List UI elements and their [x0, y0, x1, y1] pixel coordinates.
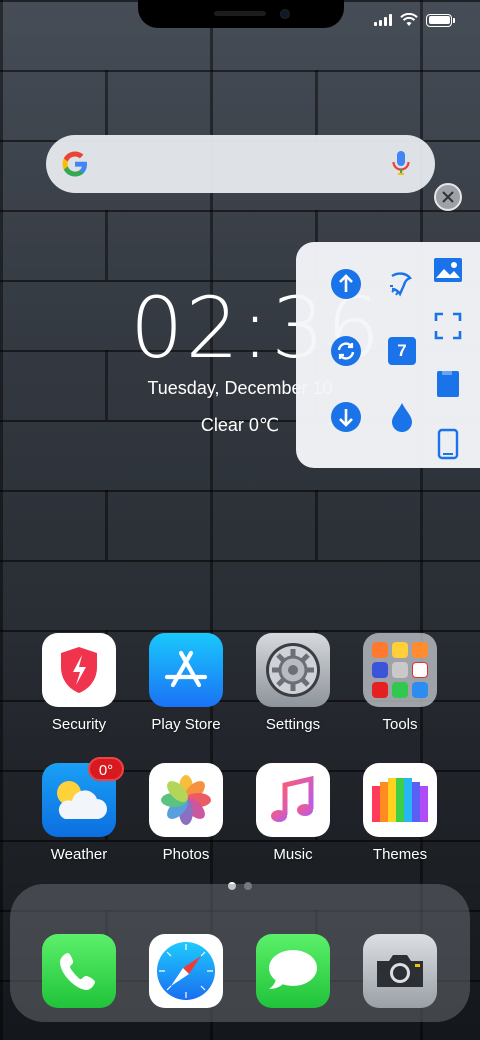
phone-frame-icon[interactable] [430, 426, 466, 462]
camera-icon[interactable] [363, 934, 437, 1008]
mic-icon[interactable] [391, 150, 411, 178]
arrow-down-icon[interactable] [328, 399, 364, 435]
app-themes[interactable]: Themes [346, 763, 454, 863]
rotate-icon[interactable] [328, 333, 364, 369]
photos-icon [149, 763, 223, 837]
quick-tools-panel: 7 [296, 242, 480, 468]
music-icon [256, 763, 330, 837]
security-shield-icon [42, 633, 116, 707]
weather-badge: 0° [88, 757, 124, 781]
app-weather[interactable]: 0° Weather [25, 757, 133, 863]
app-security[interactable]: Security [25, 633, 133, 733]
gallery-icon[interactable] [430, 252, 466, 288]
notch [138, 0, 344, 28]
clean-icon[interactable] [384, 266, 420, 302]
wifi-icon [400, 13, 418, 26]
google-g-icon [62, 151, 87, 177]
tools-folder-icon [363, 633, 437, 707]
status-bar [374, 13, 455, 27]
app-store-icon [149, 633, 223, 707]
water-drop-icon[interactable] [384, 399, 420, 435]
calendar-icon[interactable]: 7 [384, 333, 420, 369]
app-play-store[interactable]: Play Store [132, 633, 240, 733]
app-photos[interactable]: Photos [132, 763, 240, 863]
safari-compass-icon[interactable] [149, 934, 223, 1008]
screenshot-icon[interactable] [430, 308, 466, 344]
signal-icon [374, 14, 392, 26]
google-search-bar[interactable] [46, 135, 435, 193]
close-icon[interactable] [434, 183, 462, 211]
phone-icon[interactable] [42, 934, 116, 1008]
app-settings[interactable]: Settings [239, 633, 347, 733]
gear-icon [256, 633, 330, 707]
arrow-up-icon[interactable] [328, 266, 364, 302]
messages-icon[interactable] [256, 934, 330, 1008]
app-music[interactable]: Music [239, 763, 347, 863]
book-icon[interactable] [430, 366, 466, 402]
battery-icon [426, 13, 455, 27]
app-tools[interactable]: Tools [346, 633, 454, 733]
themes-icon [363, 763, 437, 837]
